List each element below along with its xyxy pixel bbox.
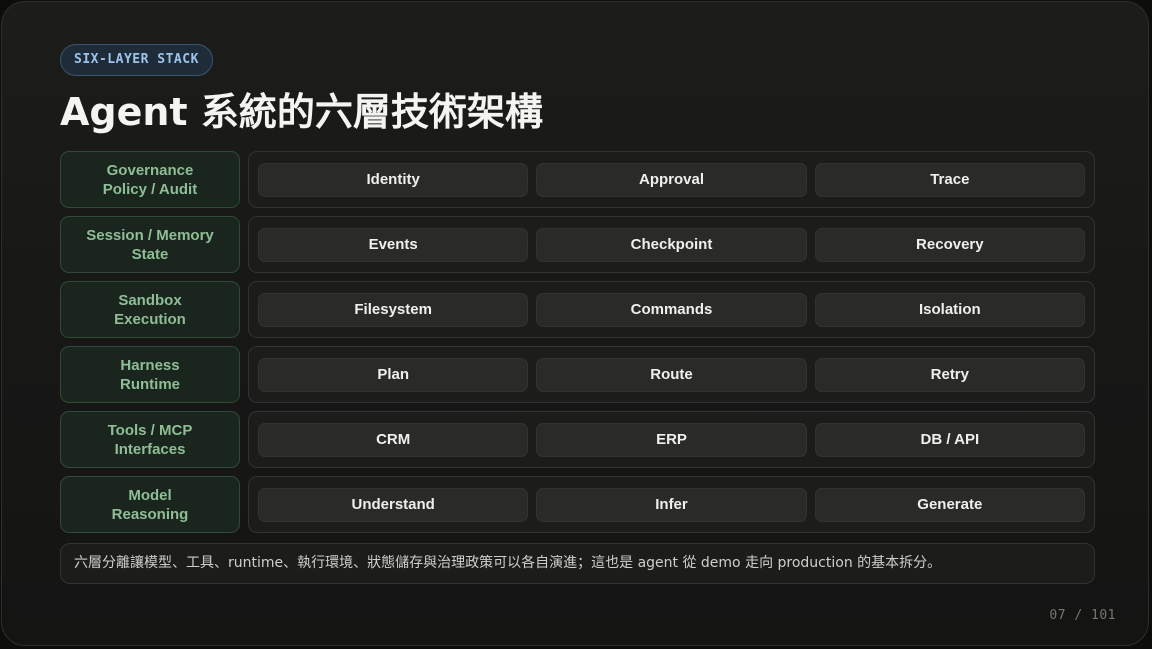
layer-items: Events Checkpoint Recovery bbox=[248, 216, 1095, 273]
layer-label-secondary: Policy / Audit bbox=[102, 180, 198, 198]
layer-label-primary: Harness bbox=[120, 356, 180, 374]
component-pill: Retry bbox=[814, 357, 1085, 392]
component-pill: Infer bbox=[536, 487, 807, 522]
layer-row-governance: Governance Policy / Audit Identity Appro… bbox=[60, 151, 1095, 208]
layer-items: Filesystem Commands Isolation bbox=[248, 281, 1095, 338]
layer-row-model: Model Reasoning Understand Infer Generat… bbox=[60, 476, 1095, 533]
component-pill: Events bbox=[258, 227, 529, 262]
layer-stack: Governance Policy / Audit Identity Appro… bbox=[60, 151, 1095, 541]
layer-row-tools: Tools / MCP Interfaces CRM ERP DB / API bbox=[60, 411, 1095, 468]
layer-items: Plan Route Retry bbox=[248, 346, 1095, 403]
layer-label-primary: Session / Memory bbox=[86, 226, 214, 244]
summary-note: 六層分離讓模型、工具、runtime、執行環境、狀態儲存與治理政策可以各自演進；… bbox=[60, 543, 1095, 584]
component-pill: Approval bbox=[536, 162, 807, 197]
layer-label-primary: Governance bbox=[106, 161, 194, 179]
component-pill: Commands bbox=[536, 292, 807, 327]
layer-label-secondary: Interfaces bbox=[114, 440, 186, 458]
layer-label-primary: Sandbox bbox=[118, 291, 182, 309]
layer-label: Session / Memory State bbox=[60, 216, 240, 273]
page-indicator: 07 / 101 bbox=[1049, 608, 1116, 623]
layer-label-primary: Tools / MCP bbox=[107, 421, 193, 439]
component-pill: Trace bbox=[814, 162, 1085, 197]
component-pill: Recovery bbox=[814, 227, 1085, 262]
component-pill: Identity bbox=[258, 162, 529, 197]
component-pill: Isolation bbox=[814, 292, 1085, 327]
component-pill: DB / API bbox=[814, 422, 1085, 457]
layer-row-sandbox: Sandbox Execution Filesystem Commands Is… bbox=[60, 281, 1095, 338]
component-pill: ERP bbox=[536, 422, 807, 457]
component-pill: Understand bbox=[258, 487, 529, 522]
component-pill: Plan bbox=[258, 357, 529, 392]
component-pill: Route bbox=[536, 357, 807, 392]
layer-items: Understand Infer Generate bbox=[248, 476, 1095, 533]
layer-label-secondary: State bbox=[131, 245, 169, 263]
layer-items: CRM ERP DB / API bbox=[248, 411, 1095, 468]
slide-title: Agent 系統的六層技術架構 bbox=[60, 90, 543, 134]
layer-label-primary: Model bbox=[128, 486, 172, 504]
component-pill: Filesystem bbox=[258, 292, 529, 327]
section-badge: SIX-LAYER STACK bbox=[60, 44, 213, 76]
slide: SIX-LAYER STACK Agent 系統的六層技術架構 Governan… bbox=[1, 1, 1149, 646]
layer-label: Governance Policy / Audit bbox=[60, 151, 240, 208]
layer-row-session: Session / Memory State Events Checkpoint… bbox=[60, 216, 1095, 273]
layer-label-secondary: Reasoning bbox=[111, 505, 189, 523]
layer-label-secondary: Runtime bbox=[120, 375, 180, 393]
layer-label: Sandbox Execution bbox=[60, 281, 240, 338]
layer-label: Harness Runtime bbox=[60, 346, 240, 403]
layer-items: Identity Approval Trace bbox=[248, 151, 1095, 208]
layer-row-harness: Harness Runtime Plan Route Retry bbox=[60, 346, 1095, 403]
component-pill: CRM bbox=[258, 422, 529, 457]
component-pill: Generate bbox=[814, 487, 1085, 522]
layer-label-secondary: Execution bbox=[114, 310, 186, 328]
layer-label: Tools / MCP Interfaces bbox=[60, 411, 240, 468]
layer-label: Model Reasoning bbox=[60, 476, 240, 533]
component-pill: Checkpoint bbox=[536, 227, 807, 262]
